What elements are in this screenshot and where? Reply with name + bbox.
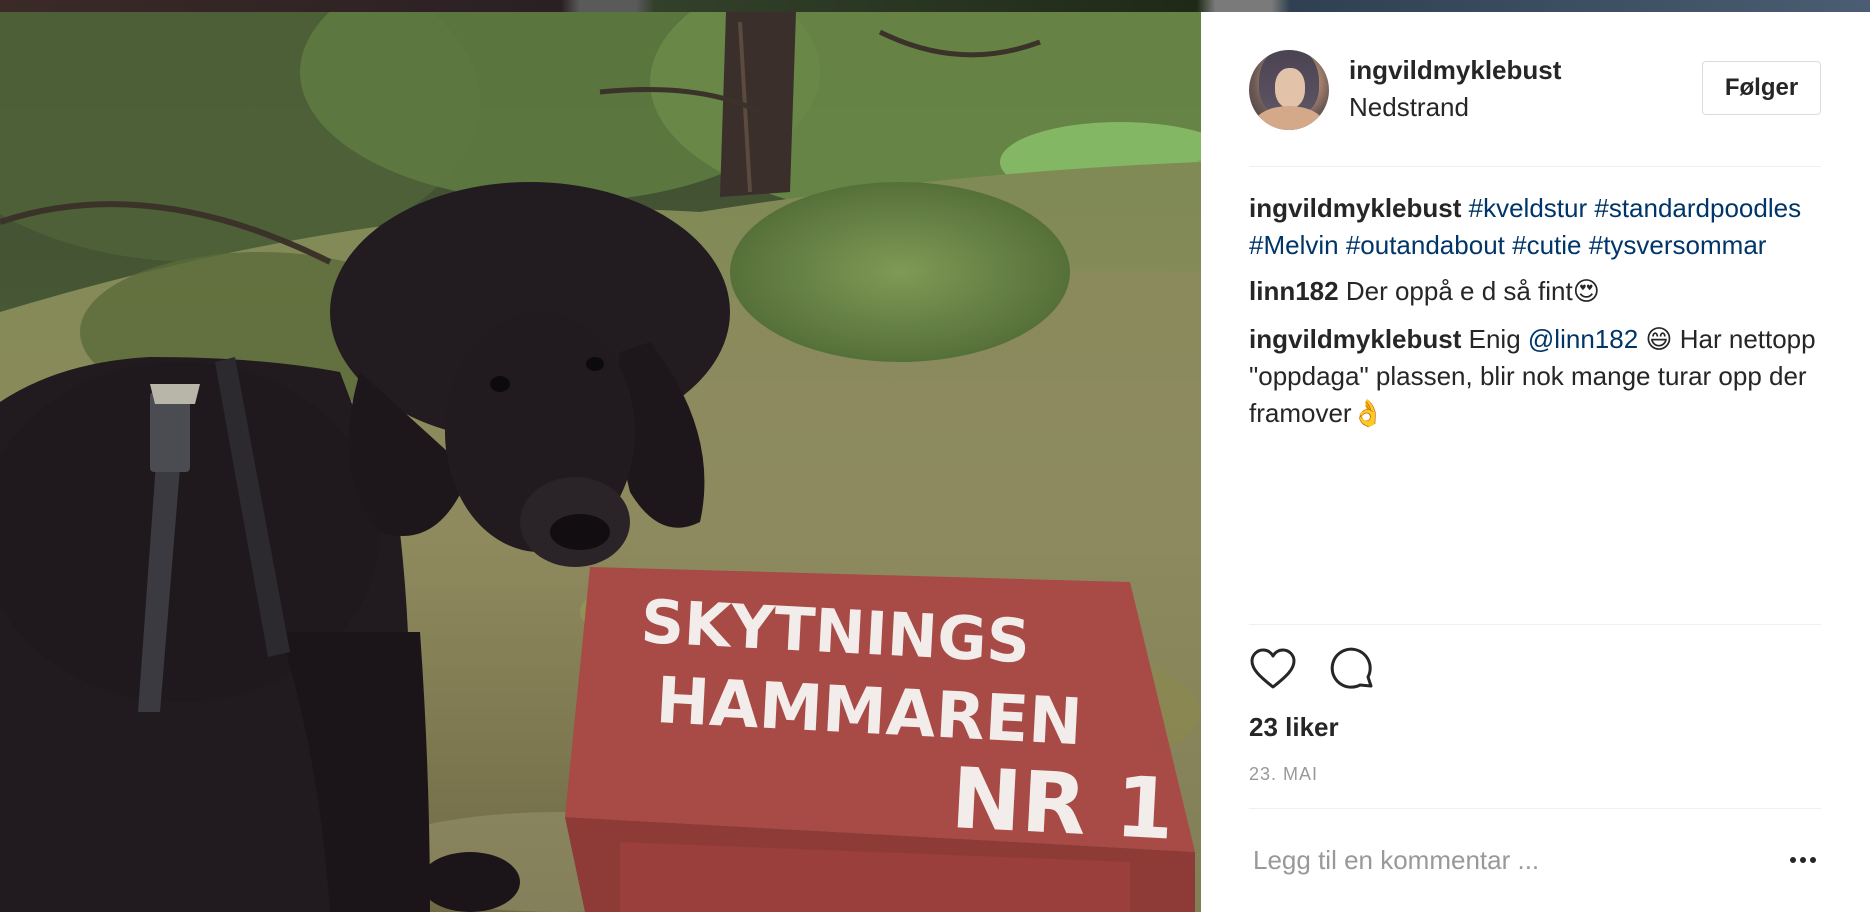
post-date[interactable]: 23. MAI: [1249, 764, 1318, 785]
avatar-shoulder: [1253, 106, 1325, 130]
post-photo-illustration: SKYTNINGS HAMMAREN NR 1: [0, 12, 1201, 912]
comment-text: Der oppå e d så fint: [1345, 276, 1573, 306]
hashtag-tysversommar[interactable]: #tysversommar: [1589, 230, 1767, 260]
sign-line-3: NR 1: [949, 749, 1177, 859]
previous-post-strip: [0, 0, 1870, 12]
follow-button[interactable]: Følger: [1702, 61, 1821, 115]
likes-count[interactable]: 23 liker: [1249, 712, 1339, 743]
comment-bubble-icon[interactable]: [1329, 646, 1377, 694]
add-comment-input[interactable]: [1249, 830, 1757, 890]
hashtag-melvin[interactable]: #Melvin: [1249, 230, 1339, 260]
heart-icon[interactable]: [1249, 646, 1297, 694]
caption: ingvildmyklebust #kveldstur #standardpoo…: [1249, 190, 1821, 263]
comment-author[interactable]: linn182: [1249, 276, 1339, 306]
comment-author[interactable]: ingvildmyklebust: [1249, 324, 1461, 354]
hashtag-standardpoodles[interactable]: #standardpoodles: [1594, 193, 1801, 223]
grinning-emoji: 😄: [1645, 324, 1673, 355]
hashtag-kveldstur[interactable]: #kveldstur: [1469, 193, 1588, 223]
more-options-icon[interactable]: [1783, 844, 1823, 876]
post-location[interactable]: Nedstrand: [1349, 92, 1469, 123]
dot: [1800, 857, 1806, 863]
heart-eyes-emoji: 😍: [1572, 277, 1600, 307]
post-photo[interactable]: SKYTNINGS HAMMAREN NR 1: [0, 12, 1201, 912]
input-divider: [1249, 808, 1821, 809]
hashtag-outandabout[interactable]: #outandabout: [1346, 230, 1505, 260]
caption-author[interactable]: ingvildmyklebust: [1249, 193, 1461, 223]
comment-item: linn182 Der oppå e d så fint😍: [1249, 273, 1821, 311]
post-details-panel: ingvildmyklebust Nedstrand Følger ingvil…: [1201, 12, 1870, 912]
avatar[interactable]: [1249, 50, 1329, 130]
post-username[interactable]: ingvildmyklebust: [1349, 55, 1561, 86]
action-bar: [1249, 646, 1377, 696]
avatar-face: [1275, 68, 1305, 108]
dot: [1790, 857, 1796, 863]
comment-prefix: Enig: [1468, 323, 1521, 354]
mention-link[interactable]: @linn182: [1528, 324, 1638, 354]
dot: [1810, 857, 1816, 863]
ok-hand-emoji: 👌: [1351, 398, 1384, 429]
hashtag-cutie[interactable]: #cutie: [1512, 230, 1581, 260]
comments-list: ingvildmyklebust #kveldstur #standardpoo…: [1249, 190, 1821, 442]
header-divider: [1249, 166, 1821, 167]
comment-item: ingvildmyklebust Enig @linn182 😄 Har net…: [1249, 321, 1821, 433]
actions-divider: [1249, 624, 1821, 625]
